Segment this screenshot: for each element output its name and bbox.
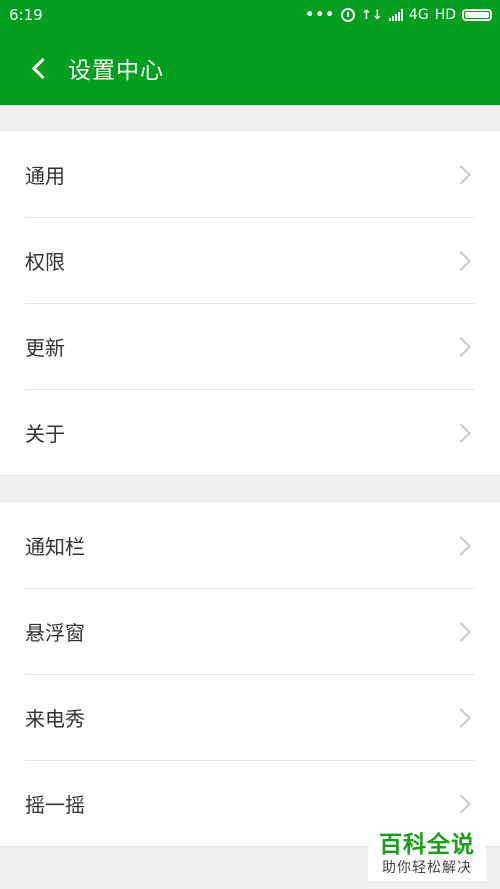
settings-item-label: 更新 [25,335,65,360]
battery-icon [462,9,492,21]
settings-item-general[interactable]: 通用 [0,131,500,217]
settings-item-label: 来电秀 [25,706,85,731]
settings-item-caller-show[interactable]: 来电秀 [0,674,500,760]
data-transfer-icon: ↑↓ [361,7,383,23]
more-notifications-icon: ••• [305,7,336,23]
page-title: 设置中心 [68,57,164,84]
network-type: 4G [408,7,429,23]
chevron-right-icon [454,422,474,442]
settings-item-label: 摇一摇 [25,792,85,817]
settings-item-about[interactable]: 关于 [0,389,500,475]
settings-item-update[interactable]: 更新 [0,303,500,389]
chevron-right-icon [454,793,474,813]
settings-group-features: 通知栏 悬浮窗 来电秀 摇一摇 [0,501,500,847]
settings-item-label: 悬浮窗 [25,620,85,645]
chevron-right-icon [454,336,474,356]
signal-icon [388,9,403,21]
alarm-icon [341,8,356,22]
chevron-right-icon [454,164,474,184]
app-header: 设置中心 [0,30,500,105]
status-bar: 6:19 ••• ↑↓ 4G HD [0,0,500,30]
settings-item-label: 通用 [25,163,65,188]
watermark-logo: 百科全说 助你轻松解决 [368,831,486,881]
status-icons: ••• ↑↓ 4G HD [305,7,492,23]
chevron-right-icon [454,535,474,555]
settings-item-floating-window[interactable]: 悬浮窗 [0,588,500,674]
watermark-title: 百科全说 [379,832,475,858]
chevron-right-icon [454,707,474,727]
back-arrow-icon[interactable] [28,56,52,80]
status-time: 6:19 [9,6,43,24]
settings-item-label: 权限 [25,249,65,274]
hd-indicator: HD [434,7,456,23]
chevron-right-icon [454,250,474,270]
settings-item-label: 通知栏 [25,534,85,559]
settings-item-label: 关于 [25,421,65,446]
settings-group-basic: 通用 权限 更新 关于 [0,130,500,476]
settings-item-notification-bar[interactable]: 通知栏 [0,502,500,588]
chevron-right-icon [454,621,474,641]
watermark-subtitle: 助你轻松解决 [382,860,472,876]
settings-item-permissions[interactable]: 权限 [0,217,500,303]
